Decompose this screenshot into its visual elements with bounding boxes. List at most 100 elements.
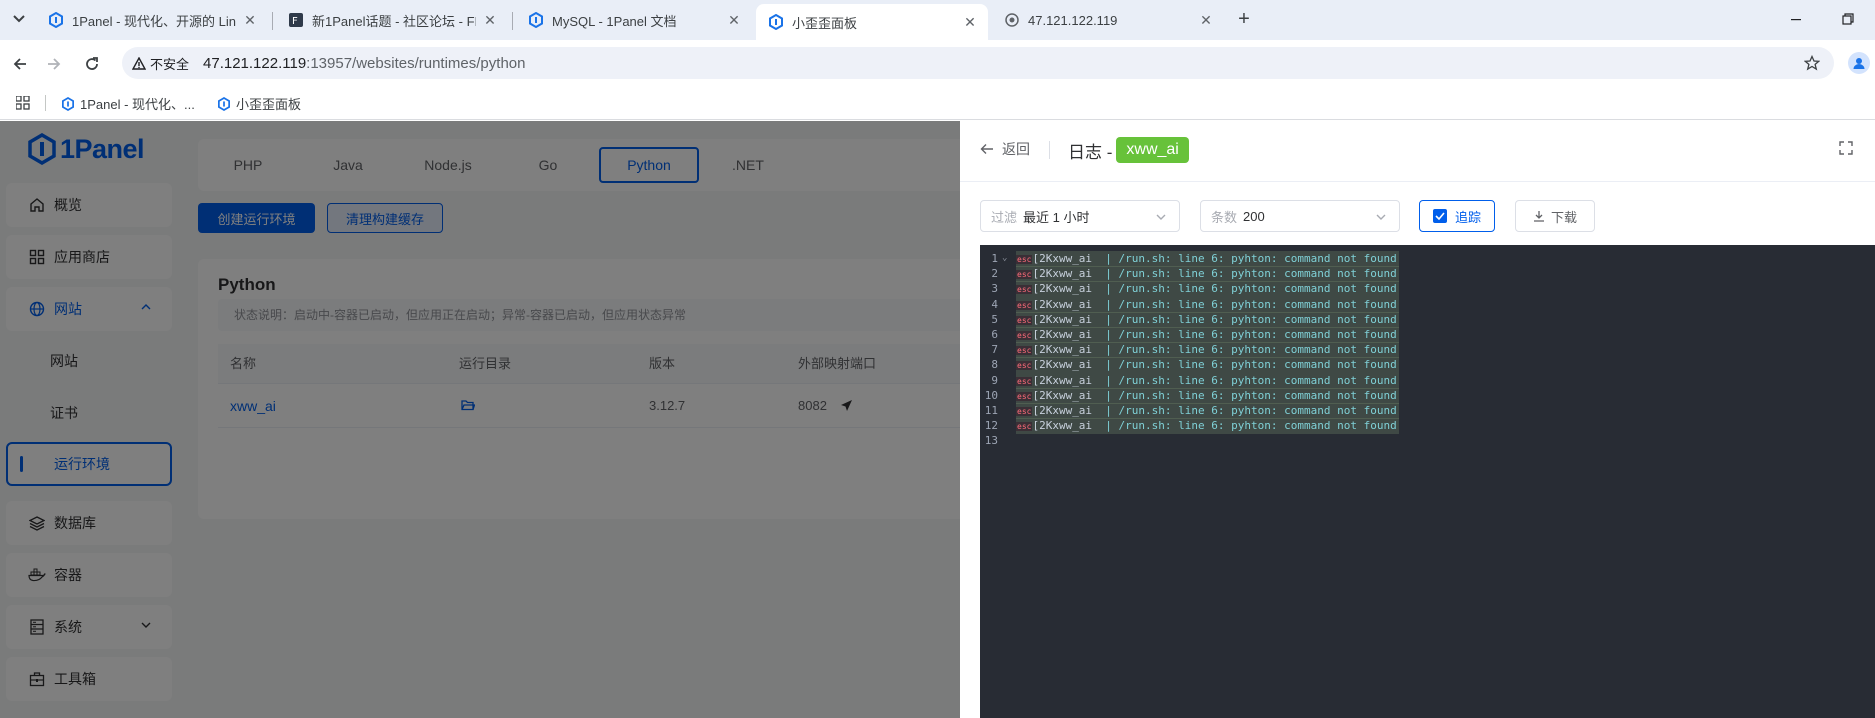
time-filter-select[interactable]: 过滤 最近 1 小时	[980, 200, 1180, 232]
line-number: 9	[991, 373, 998, 387]
browser-tab-strip: 1Panel - 现代化、开源的 Linux ✕ F 新1Panel话题 - 社…	[0, 0, 1875, 40]
browser-tab[interactable]: MySQL - 1Panel 文档 ✕	[516, 4, 752, 36]
modal-overlay[interactable]	[0, 121, 960, 718]
line-number: 2	[991, 267, 998, 281]
browser-tab[interactable]: F 新1Panel话题 - 社区论坛 - FIT2 ✕	[276, 4, 508, 36]
log-line: 4 esc[2Kxww_ai | /run.sh: line 6: pyhton:…	[980, 296, 1875, 313]
1panel-hex-icon	[768, 14, 784, 30]
log-line: 3 esc[2Kxww_ai | /run.sh: line 6: pyhton:…	[980, 281, 1875, 298]
bookmark-divider	[45, 95, 46, 111]
close-icon[interactable]: ✕	[1198, 12, 1214, 28]
download-label: 下载	[1550, 209, 1577, 225]
fold-chevron-icon[interactable]: ⌄	[1002, 251, 1007, 266]
log-line: 7 esc[2Kxww_ai | /run.sh: line 6: pyhton:…	[980, 342, 1875, 359]
escape-char-marker: esc	[1016, 270, 1033, 280]
drawer-title: 日志 - xww_ai	[1068, 137, 1189, 163]
log-text: esc[2Kxww_ai | /run.sh: line 6: pyhton: …	[1016, 251, 1399, 267]
browser-tab[interactable]: 1Panel - 现代化、开源的 Linux ✕	[36, 4, 268, 36]
log-prefix: [2Kxww_ai	[1032, 328, 1093, 341]
close-icon[interactable]: ✕	[726, 12, 742, 28]
log-text: esc[2Kxww_ai | /run.sh: line 6: pyhton: …	[1016, 296, 1399, 313]
apps-grid-icon[interactable]	[15, 95, 30, 113]
escape-char-marker: esc	[1016, 422, 1033, 432]
log-message: | /run.sh: line 6: pyhton: command not f…	[1092, 343, 1397, 357]
checkbox-checked-icon	[1432, 209, 1447, 223]
log-prefix: [2Kxww_ai	[1032, 282, 1093, 296]
close-icon[interactable]: ✕	[962, 14, 978, 30]
log-prefix: [2Kxww_ai	[1032, 404, 1093, 417]
escape-char-marker: esc	[1016, 407, 1033, 416]
bookmark-star-icon[interactable]	[1803, 54, 1821, 74]
tab-search-button[interactable]	[8, 8, 30, 30]
bookmark-item[interactable]: 1Panel - 现代化、...	[62, 94, 195, 113]
log-text: esc[2Kxww_ai | /run.sh: line 6: pyhton: …	[1016, 266, 1399, 283]
new-tab-button[interactable]: +	[1232, 8, 1256, 32]
chevron-down-icon	[1156, 214, 1166, 220]
log-prefix: [2Kxww_ai	[1032, 358, 1093, 372]
escape-char-marker: esc	[1016, 331, 1033, 340]
escape-char-marker: esc	[1016, 255, 1033, 264]
tab-title: MySQL - 1Panel 文档	[552, 13, 677, 29]
log-text: esc[2Kxww_ai | /run.sh: line 6: pyhton: …	[1016, 311, 1399, 328]
log-text: esc[2Kxww_ai | /run.sh: line 6: pyhton: …	[1016, 403, 1399, 419]
log-line: 11 esc[2Kxww_ai | /run.sh: line 6: pyhton…	[980, 403, 1875, 419]
log-message: | /run.sh: line 6: pyhton: command not f…	[1092, 328, 1397, 341]
log-message: | /run.sh: line 6: pyhton: command not f…	[1092, 358, 1397, 372]
tab-title: 47.121.122.119	[1028, 12, 1118, 28]
line-number: 8	[991, 358, 998, 372]
reload-icon[interactable]	[78, 50, 106, 78]
svg-text:F: F	[292, 16, 298, 27]
escape-char-marker: esc	[1016, 361, 1033, 371]
log-prefix: [2Kxww_ai	[1032, 252, 1093, 265]
select-prefix: 过滤	[991, 209, 1018, 225]
tab-divider	[272, 12, 273, 30]
tab-title: 小歪歪面板	[792, 15, 858, 31]
log-line: 6 esc[2Kxww_ai | /run.sh: line 6: pyhton:…	[980, 327, 1875, 343]
bookmark-label: 小歪歪面板	[236, 97, 302, 112]
log-prefix: [2Kxww_ai	[1032, 312, 1093, 326]
browser-tab-active[interactable]: 小歪歪面板 ✕	[756, 4, 988, 40]
bookmark-item[interactable]: 小歪歪面板	[218, 94, 301, 113]
1panel-hex-icon	[62, 96, 74, 111]
line-number: 13	[984, 434, 998, 448]
security-indicator[interactable]: 不安全	[132, 54, 189, 73]
minimize-button[interactable]	[1790, 12, 1810, 28]
back-label: 返回	[1002, 141, 1030, 157]
forward-arrow-icon[interactable]	[40, 50, 68, 78]
download-button[interactable]: 下载	[1515, 200, 1595, 232]
line-number: 10	[984, 388, 998, 402]
url-text: 47.121.122.119:13957/websites/runtimes/p…	[203, 55, 525, 72]
escape-char-marker: esc	[1016, 346, 1033, 356]
back-button[interactable]: 返回	[980, 139, 1030, 159]
log-line: 1 ⌄ esc[2Kxww_ai | /run.sh: line 6: pyhton…	[980, 251, 1875, 267]
1panel-hex-icon	[48, 12, 64, 28]
close-icon[interactable]: ✕	[482, 12, 498, 28]
fullscreen-icon[interactable]	[1839, 141, 1853, 158]
line-number: 12	[984, 419, 998, 433]
line-number: 7	[991, 343, 998, 357]
profile-avatar-icon[interactable]	[1848, 52, 1870, 74]
log-line: 12 esc[2Kxww_ai | /run.sh: line 6: pyhton…	[980, 418, 1875, 435]
url-host: 47.121.122.119	[203, 54, 307, 72]
close-icon[interactable]: ✕	[242, 12, 258, 28]
restore-button[interactable]	[1842, 12, 1862, 28]
log-viewer[interactable]: 1 ⌄ esc[2Kxww_ai | /run.sh: line 6: pyhton…	[980, 245, 1875, 718]
line-count-select[interactable]: 条数 200	[1200, 200, 1400, 232]
tab-title: 1Panel - 现代化、开源的 Linux	[72, 13, 236, 29]
escape-char-marker: esc	[1016, 391, 1033, 401]
log-prefix: [2Kxww_ai	[1032, 343, 1093, 357]
log-line: 9 esc[2Kxww_ai | /run.sh: line 6: pyhton:…	[980, 372, 1875, 389]
log-line: 5 esc[2Kxww_ai | /run.sh: line 6: pyhton:…	[980, 311, 1875, 328]
line-number: 4	[991, 297, 998, 311]
log-text: esc[2Kxww_ai | /run.sh: line 6: pyhton: …	[1016, 281, 1399, 298]
back-arrow-icon[interactable]	[6, 50, 34, 78]
log-message: | /run.sh: line 6: pyhton: command not f…	[1092, 312, 1397, 326]
follow-checkbox[interactable]: 追踪	[1419, 200, 1495, 232]
log-message: | /run.sh: line 6: pyhton: command not f…	[1092, 373, 1397, 387]
warning-icon	[132, 56, 146, 70]
browser-tab[interactable]: 47.121.122.119 ✕	[992, 4, 1224, 36]
log-line: 13	[980, 433, 1875, 448]
log-message: | /run.sh: line 6: pyhton: command not f…	[1092, 388, 1397, 402]
runtime-name-tag: xww_ai	[1116, 137, 1189, 163]
url-input[interactable]: 不安全 47.121.122.119:13957/websites/runtim…	[122, 47, 1834, 79]
